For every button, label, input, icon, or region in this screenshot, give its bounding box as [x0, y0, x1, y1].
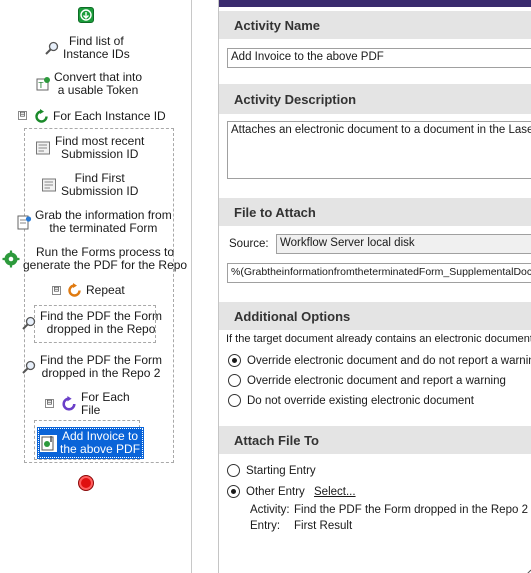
option-override-no-warning[interactable]: Override electronic document and do not …	[228, 354, 531, 367]
radio-selected	[227, 485, 240, 498]
option-do-not-override[interactable]: Do not override existing electronic docu…	[228, 394, 474, 407]
section-title: File to Attach	[234, 204, 316, 220]
tree-node-label: Convert that into a usable Token	[54, 70, 143, 97]
activity-name-field[interactable]: Add Invoice to the above PDF	[227, 48, 531, 68]
document-search-icon	[35, 140, 52, 157]
tree-node-find-recent-submission[interactable]: Find most recent Submission ID	[35, 135, 144, 161]
tree-node-convert-token[interactable]: T Convert that into a usable Token	[35, 71, 142, 97]
loop-icon	[60, 395, 78, 413]
section-title: Activity Name	[234, 17, 320, 33]
tree-node-repeat[interactable]: Repeat	[66, 282, 125, 299]
radio-selected	[228, 354, 241, 367]
activity-label: Activity:	[250, 504, 290, 516]
tree-node-label: Repeat	[86, 283, 125, 297]
tree-node-label: Find list of Instance IDs	[63, 34, 130, 61]
entry-value: First Result	[294, 520, 353, 532]
file-path-field[interactable]: %(GrabtheinformationfromtheterminatedFor…	[227, 263, 531, 283]
section-file-to-attach-body: Source: Workflow Server local disk %(Gra…	[219, 226, 531, 298]
source-dropdown[interactable]: Workflow Server local disk	[276, 234, 531, 254]
section-attach-file-to-header[interactable]: Attach File To	[219, 426, 531, 454]
repeat-icon	[66, 282, 83, 299]
activity-value: Find the PDF the Form dropped in the Rep…	[294, 504, 528, 516]
tree-node-find-pdf-2[interactable]: Find the PDF the Form dropped in the Rep…	[21, 354, 162, 380]
activity-title-bar	[219, 0, 531, 7]
resize-grip-icon[interactable]	[523, 565, 531, 573]
workflow-end-icon[interactable]	[78, 475, 94, 491]
tree-node-label: Run the Forms process to generate the PD…	[23, 245, 188, 272]
svg-text:T: T	[38, 81, 44, 90]
search-icon	[44, 40, 60, 56]
tree-node-label: Find the PDF the Form dropped in the Rep…	[40, 309, 163, 336]
radio-unselected	[228, 394, 241, 407]
radio-label: Do not override existing electronic docu…	[247, 394, 474, 407]
option-starting-entry[interactable]: Starting Entry	[227, 464, 316, 477]
section-activity-name-body: Add Invoice to the above PDF	[219, 39, 531, 82]
tree-node-label: Find the PDF the Form dropped in the Rep…	[40, 353, 163, 380]
tree-node-label: Find most recent Submission ID	[55, 134, 145, 161]
loop-icon	[33, 108, 50, 125]
activity-description-field[interactable]: Attaches an electronic document to a doc…	[227, 121, 531, 179]
tree-node-for-each-instance[interactable]: For Each Instance ID	[33, 108, 166, 125]
search-icon	[21, 359, 37, 375]
section-attach-file-to-body: Starting Entry Other Entry Select... Act…	[219, 454, 531, 573]
collapse-toggle[interactable]: ⊟	[52, 286, 61, 295]
tree-node-run-forms-process[interactable]: Run the Forms process to generate the PD…	[2, 246, 187, 272]
tree-node-find-pdf[interactable]: Find the PDF the Form dropped in the Rep…	[21, 310, 162, 336]
radio-label: Override electronic document and report …	[247, 374, 506, 387]
radio-label: Override electronic document and do not …	[247, 354, 531, 367]
radio-unselected	[228, 374, 241, 387]
radio-label: Other Entry	[246, 485, 305, 498]
collapse-toggle[interactable]: ⊟	[18, 111, 27, 120]
tree-node-label: Grab the information from the terminated…	[35, 208, 172, 235]
properties-panel: Activity Name Add Invoice to the above P…	[218, 0, 531, 573]
section-activity-description-body: Attaches an electronic document to a doc…	[219, 114, 531, 196]
tree-node-label: Find First Submission ID	[61, 171, 139, 198]
document-search-icon	[41, 177, 58, 194]
tree-node-label: Add Invoice to the above PDF	[60, 429, 141, 456]
section-title: Additional Options	[234, 308, 351, 324]
form-icon	[16, 214, 32, 231]
tree-node-grab-information[interactable]: Grab the information from the terminated…	[16, 209, 172, 235]
collapse-toggle[interactable]: ⊟	[45, 399, 54, 408]
attach-document-icon	[40, 434, 57, 452]
tree-node-find-first-submission[interactable]: Find First Submission ID	[41, 172, 138, 198]
option-other-entry[interactable]: Other Entry	[227, 485, 305, 498]
workflow-designer-tree: Find list of Instance IDs T Convert that…	[0, 0, 192, 573]
section-additional-options-body: If the target document already contains …	[219, 330, 531, 422]
radio-label: Starting Entry	[246, 464, 316, 477]
radio-unselected	[227, 464, 240, 477]
tree-node-label: For Each File	[81, 390, 130, 417]
option-override-with-warning[interactable]: Override electronic document and report …	[228, 374, 506, 387]
token-icon: T	[35, 76, 51, 92]
section-activity-description-header[interactable]: Activity Description	[219, 84, 531, 114]
gear-icon	[2, 250, 20, 268]
section-file-to-attach-header[interactable]: File to Attach	[219, 198, 531, 226]
section-activity-name-header[interactable]: Activity Name	[219, 11, 531, 39]
override-prompt: If the target document already contains …	[226, 333, 531, 345]
tree-node-label: For Each Instance ID	[53, 109, 166, 123]
tree-node-for-each-file[interactable]: For Each File	[60, 391, 130, 417]
workflow-start-icon[interactable]	[78, 7, 94, 23]
entry-label: Entry:	[250, 520, 281, 532]
select-entry-link[interactable]: Select...	[314, 486, 356, 498]
source-label: Source:	[229, 238, 269, 250]
tree-node-find-instance-ids[interactable]: Find list of Instance IDs	[44, 35, 130, 61]
section-title: Activity Description	[234, 91, 357, 107]
tree-node-add-invoice[interactable]: Add Invoice to the above PDF	[36, 427, 145, 459]
section-title: Attach File To	[234, 432, 319, 448]
search-icon	[21, 315, 37, 331]
splitter-gap	[192, 0, 218, 573]
section-additional-options-header[interactable]: Additional Options	[219, 302, 531, 330]
